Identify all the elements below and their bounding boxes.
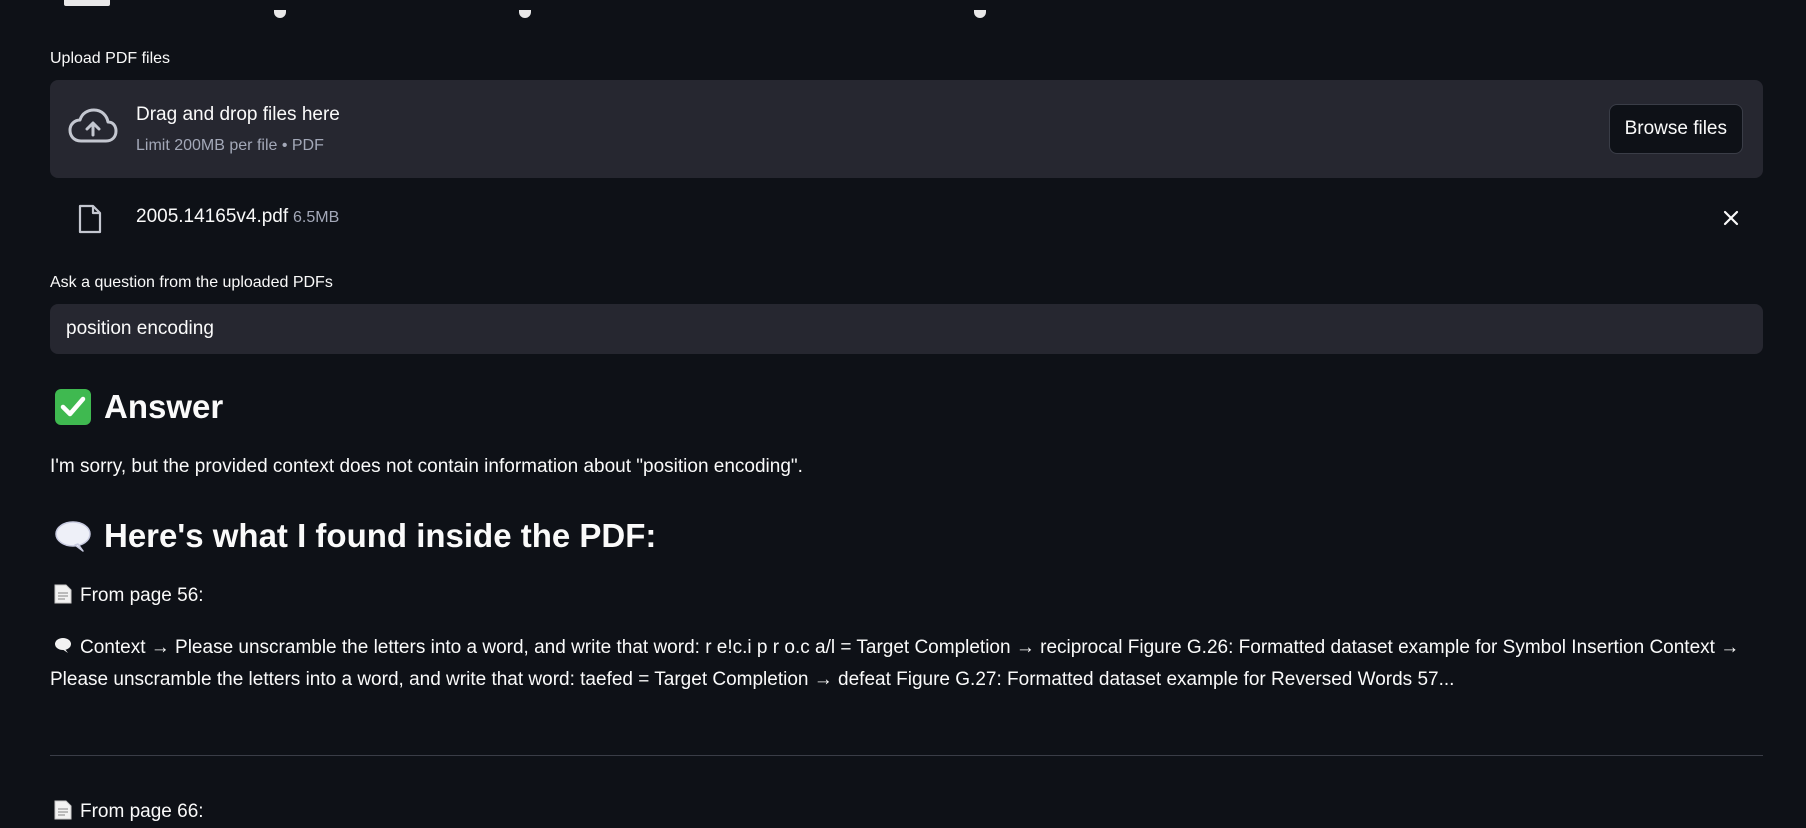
source-page-label: From page 66: [54, 796, 204, 828]
question-input[interactable] [50, 304, 1763, 354]
page-facing-up-icon [54, 799, 72, 820]
answer-heading-text: Answer [104, 388, 224, 425]
source-page-label-text: From page 56: [80, 585, 204, 606]
file-dropzone[interactable]: Drag and drop files here Limit 200MB per… [50, 80, 1763, 178]
found-heading: Here's what I found inside the PDF: [54, 517, 656, 555]
source-context-body: Context → Please unscramble the letters … [50, 637, 1740, 690]
source-context-text: Context → Please unscramble the letters … [50, 632, 1763, 696]
dropzone-limit-text: Limit 200MB per file • PDF [136, 137, 324, 154]
upload-label: Upload PDF files [50, 50, 171, 67]
page-title-clipped [64, 0, 1064, 20]
section-divider [50, 755, 1763, 756]
app-page: Upload PDF files Drag and drop files her… [0, 0, 1806, 828]
title-glyph-fragment [519, 10, 531, 18]
page-facing-up-icon [54, 583, 72, 604]
remove-file-icon[interactable] [1721, 208, 1741, 228]
speech-balloon-small-icon [54, 635, 72, 655]
title-glyph-fragment [274, 10, 286, 18]
source-page-label-text: From page 66: [80, 801, 204, 822]
title-glyph-fragment [974, 10, 986, 18]
uploaded-file-name: 2005.14165v4.pdf [136, 206, 289, 227]
found-heading-text: Here's what I found inside the PDF: [104, 517, 657, 554]
speech-balloon-icon [54, 517, 92, 555]
file-icon [78, 204, 102, 234]
title-icon [64, 0, 110, 6]
cloud-upload-icon [68, 108, 118, 143]
uploaded-file-size: 6.5MB [293, 209, 340, 226]
browse-files-button[interactable]: Browse files [1608, 104, 1743, 154]
answer-heading: Answer [54, 388, 223, 426]
check-mark-button-icon [54, 388, 92, 426]
answer-text: I'm sorry, but the provided context does… [50, 456, 803, 477]
dropzone-title: Drag and drop files here [136, 104, 340, 125]
question-label: Ask a question from the uploaded PDFs [50, 274, 333, 291]
source-page-label: From page 56: [54, 580, 204, 612]
